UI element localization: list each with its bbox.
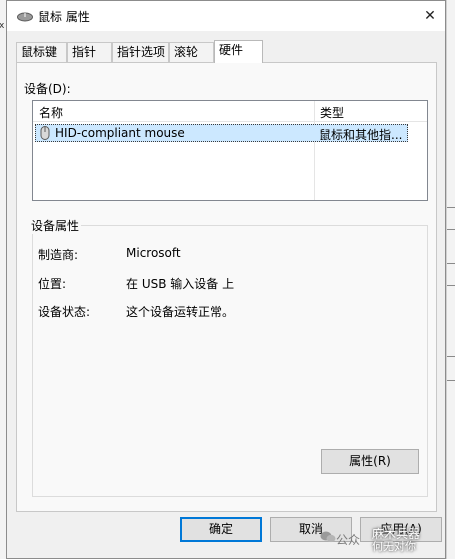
watermark: 公众 麻木兵器 何无对你 bbox=[320, 524, 450, 553]
background-divider bbox=[447, 229, 455, 230]
manufacturer-value: Microsoft bbox=[126, 246, 181, 260]
properties-button[interactable]: 属性(R) bbox=[321, 449, 419, 474]
close-button[interactable]: ✕ bbox=[415, 1, 445, 31]
background-close-glyph: x bbox=[0, 21, 5, 31]
close-icon: ✕ bbox=[424, 8, 436, 24]
device-row-hid-mouse[interactable]: HID-compliant mouse 鼠标和其他指... bbox=[35, 124, 408, 142]
devices-label: 设备(D): bbox=[24, 82, 71, 96]
background-divider bbox=[447, 207, 455, 208]
tab-pointer-options[interactable]: 指针选项 bbox=[112, 42, 169, 62]
device-status-label: 设备状态: bbox=[38, 305, 91, 319]
column-divider bbox=[314, 101, 315, 200]
background-divider bbox=[447, 380, 455, 381]
hardware-tab-panel: 设备(D): 名称 类型 HID-compliant mouse 鼠标和其他指.… bbox=[16, 62, 437, 512]
background-window-right-edge bbox=[446, 0, 455, 559]
device-list-header: 名称 类型 bbox=[33, 101, 427, 122]
device-name: HID-compliant mouse bbox=[55, 126, 185, 140]
tab-mouse-buttons[interactable]: 鼠标键 bbox=[16, 42, 67, 62]
location-value: 在 USB 输入设备 上 bbox=[126, 277, 235, 291]
background-divider bbox=[447, 285, 455, 286]
wechat-icon bbox=[320, 530, 336, 547]
tab-pointers[interactable]: 指针 bbox=[67, 42, 112, 62]
background-divider bbox=[447, 263, 455, 264]
column-header-name[interactable]: 名称 bbox=[39, 104, 63, 121]
mouse-icon bbox=[17, 11, 33, 25]
title-bar: 鼠标 属性 ✕ bbox=[7, 1, 445, 31]
ok-button[interactable]: 确定 bbox=[180, 517, 262, 542]
window-title: 鼠标 属性 bbox=[38, 10, 90, 24]
mouse-properties-dialog: 鼠标 属性 ✕ 鼠标键 指针 指针选项 滚轮 硬件 设备(D): 名称 类型 H… bbox=[6, 0, 446, 559]
manufacturer-label: 制造商: bbox=[38, 248, 79, 262]
device-list[interactable]: 名称 类型 HID-compliant mouse 鼠标和其他指... bbox=[32, 100, 428, 201]
tab-wheel[interactable]: 滚轮 bbox=[169, 42, 214, 62]
location-label: 位置: bbox=[38, 277, 67, 291]
device-type: 鼠标和其他指... bbox=[319, 128, 403, 142]
mouse-icon bbox=[40, 126, 50, 143]
watermark-line-2: 何无对你 bbox=[372, 540, 416, 553]
column-header-type[interactable]: 类型 bbox=[320, 104, 344, 121]
device-properties-title: 设备属性 bbox=[29, 217, 82, 234]
device-status-value: 这个设备运转正常。 bbox=[126, 305, 235, 319]
tab-hardware[interactable]: 硬件 bbox=[214, 40, 263, 63]
tab-strip: 鼠标键 指针 指针选项 滚轮 硬件 bbox=[16, 40, 436, 63]
background-divider bbox=[447, 356, 455, 357]
watermark-prefix: 公众 bbox=[336, 533, 361, 547]
